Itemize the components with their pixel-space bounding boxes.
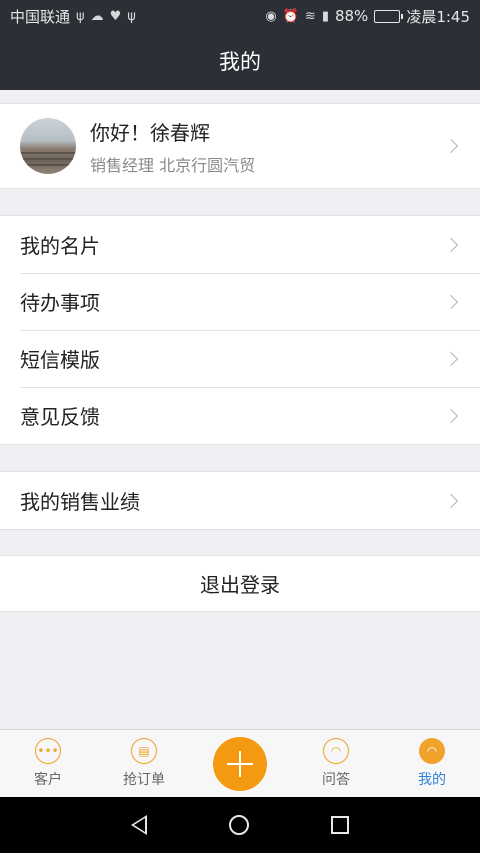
status-right: ◉ ⏰ ≋ ▮ 88% 凌晨1:45 bbox=[265, 6, 470, 27]
menu-item-label: 我的销售业绩 bbox=[20, 490, 140, 514]
bottom-tab-bar: ••• 客户 ▤ 抢订单 ◠ 问答 ◠ 我的 bbox=[0, 729, 480, 797]
status-left: 中国联通 ψ ☁ ♥ ψ bbox=[10, 6, 136, 27]
carrier-label: 中国联通 bbox=[10, 7, 71, 26]
logout-button[interactable]: 退出登录 bbox=[0, 555, 480, 612]
tab-customers[interactable]: ••• 客户 bbox=[0, 730, 96, 797]
ellipsis-icon: ••• bbox=[35, 738, 61, 764]
user-icon: ◠ bbox=[419, 738, 445, 764]
profile-text: 你好！徐春辉 销售经理 北京行圆汽贸 bbox=[90, 117, 255, 176]
cloud-icon: ☁ bbox=[90, 8, 104, 24]
app-header: 我的 bbox=[0, 32, 480, 90]
battery-percent: 88% bbox=[334, 7, 369, 25]
tab-qa[interactable]: ◠ 问答 bbox=[288, 730, 384, 797]
document-icon: ▤ bbox=[131, 738, 157, 764]
status-time: 凌晨1:45 bbox=[406, 7, 470, 26]
signal-icon: ▮ bbox=[321, 8, 329, 24]
menu-item-feedback[interactable]: 意见反馈 bbox=[0, 387, 480, 444]
tab-label: 抢订单 bbox=[123, 772, 165, 788]
tab-grab-orders[interactable]: ▤ 抢订单 bbox=[96, 730, 192, 797]
page-title: 我的 bbox=[219, 50, 261, 74]
menu-item-label: 意见反馈 bbox=[20, 405, 100, 429]
profile-greeting: 你好！徐春辉 bbox=[90, 120, 210, 145]
tab-mine[interactable]: ◠ 我的 bbox=[384, 730, 480, 797]
android-nav-bar bbox=[0, 797, 480, 853]
menu-item-label: 短信模版 bbox=[20, 348, 100, 372]
location-icon: ◉ bbox=[265, 8, 277, 24]
back-icon[interactable] bbox=[131, 815, 147, 835]
heart-icon: ♥ bbox=[109, 8, 122, 24]
avatar-rail bbox=[20, 164, 76, 166]
menu-item-sms-templates[interactable]: 短信模版 bbox=[0, 330, 480, 387]
chevron-right-icon bbox=[443, 237, 459, 252]
tab-label: 问答 bbox=[322, 772, 350, 788]
tab-label: 我的 bbox=[418, 772, 446, 788]
menu-item-sales-performance[interactable]: 我的销售业绩 bbox=[0, 472, 480, 529]
chevron-right-icon bbox=[443, 294, 459, 309]
profile-subtitle: 销售经理 北京行圆汽贸 bbox=[90, 155, 256, 175]
battery-icon bbox=[374, 9, 404, 23]
menu-item-business-card[interactable]: 我的名片 bbox=[0, 216, 480, 273]
menu-item-todo[interactable]: 待办事项 bbox=[0, 273, 480, 330]
menu-item-label: 待办事项 bbox=[20, 291, 100, 315]
wifi-icon: ≋ bbox=[304, 8, 316, 24]
menu-group-main: 我的名片 待办事项 短信模版 意见反馈 bbox=[0, 215, 480, 445]
menu-item-label: 我的名片 bbox=[20, 234, 100, 258]
user-icon: ◠ bbox=[323, 738, 349, 764]
plus-icon bbox=[213, 736, 267, 791]
logout-label: 退出登录 bbox=[200, 573, 280, 597]
chevron-right-icon bbox=[443, 493, 459, 508]
tab-label: 客户 bbox=[34, 772, 62, 788]
home-icon[interactable] bbox=[229, 815, 249, 835]
avatar-rail bbox=[20, 152, 76, 154]
chevron-right-icon bbox=[443, 408, 459, 423]
chevron-right-icon bbox=[443, 351, 459, 366]
avatar-rail bbox=[20, 158, 76, 160]
chevron-right-icon bbox=[443, 138, 459, 154]
tab-add[interactable] bbox=[192, 730, 288, 797]
recent-apps-icon[interactable] bbox=[331, 816, 349, 834]
usb-icon: ψ bbox=[127, 8, 136, 24]
menu-group-sales: 我的销售业绩 bbox=[0, 471, 480, 530]
alarm-icon: ⏰ bbox=[282, 8, 299, 24]
profile-card[interactable]: 你好！徐春辉 销售经理 北京行圆汽贸 bbox=[0, 103, 480, 189]
usb-icon: ψ bbox=[76, 8, 85, 24]
avatar bbox=[20, 118, 76, 174]
status-bar: 中国联通 ψ ☁ ♥ ψ ◉ ⏰ ≋ ▮ 88% 凌晨1:45 bbox=[0, 0, 480, 32]
